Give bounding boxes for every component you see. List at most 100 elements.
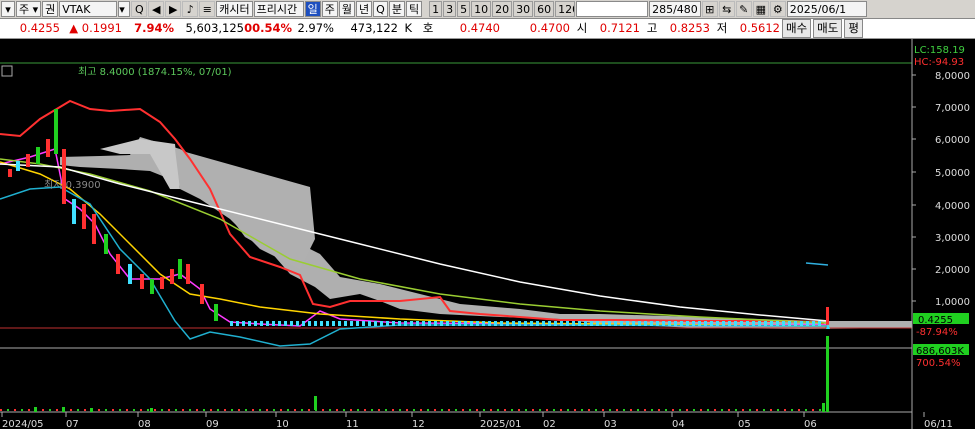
volume-bar — [616, 409, 618, 411]
candle — [416, 321, 419, 326]
candle — [692, 321, 695, 326]
open-price: 0.7121 — [599, 21, 640, 35]
search-icon[interactable]: Q — [131, 1, 148, 17]
volume-bar — [455, 409, 457, 411]
candle — [464, 321, 467, 326]
candle — [674, 321, 677, 326]
candle — [36, 147, 40, 164]
x-tick-label: 02 — [543, 419, 556, 429]
draw-tool-icon[interactable]: ✎ — [735, 1, 752, 17]
price-change: ▲ 0.1991 — [69, 21, 122, 35]
candle — [326, 321, 329, 326]
volume-bar — [784, 409, 786, 411]
y-tick-label: 3,0000 — [935, 233, 970, 244]
volume-bar — [420, 409, 422, 411]
tab-minute[interactable]: 분 — [388, 1, 405, 17]
chart-grid-icon[interactable]: ▦ — [752, 1, 769, 17]
average-button[interactable]: 평 — [844, 19, 863, 38]
list-icon[interactable]: ≡ — [199, 1, 216, 17]
volume-tag-value: 686,603K — [916, 346, 964, 357]
y-tick-label: 8,0000 — [935, 71, 970, 82]
volume-bar — [231, 409, 233, 411]
candle — [668, 321, 671, 326]
volume-bar — [483, 409, 485, 411]
price-tag-percent: -87.94% — [916, 327, 958, 338]
gear-icon[interactable]: ⚙ — [769, 1, 786, 17]
volume-bar — [84, 409, 86, 411]
tab-tick[interactable]: 틱 — [405, 1, 423, 17]
period-30[interactable]: 30 — [513, 1, 534, 17]
volume-bar — [308, 409, 310, 411]
stock-type-button[interactable]: 권 — [42, 1, 59, 17]
candle — [524, 321, 527, 326]
volume-bar — [434, 409, 436, 411]
buy-button[interactable]: 매수 — [782, 19, 812, 38]
candle — [380, 321, 383, 326]
tab-day[interactable]: 일 — [304, 1, 321, 17]
tab-free-time[interactable]: 프리시간 — [253, 1, 304, 17]
volume-bar — [581, 409, 583, 411]
x-tick-label: 08 — [138, 419, 151, 429]
candle-last — [826, 307, 829, 325]
candle — [698, 321, 701, 326]
ticker-dropdown-icon[interactable]: ▾ — [118, 1, 131, 17]
candle — [344, 321, 347, 326]
tab-cashiter[interactable]: 캐시터 — [216, 1, 253, 17]
grid-icon[interactable]: ⊞ — [701, 1, 718, 17]
sound-icon[interactable]: ♪ — [182, 1, 199, 17]
price-tag-value: 0.4255 — [918, 315, 953, 326]
period-120[interactable]: 120 — [555, 1, 576, 17]
candle — [494, 321, 497, 326]
tab-week[interactable]: 주 — [321, 1, 338, 17]
date-input[interactable]: 2025/06/1 — [786, 1, 867, 17]
back-arrow-icon[interactable]: ◀ — [148, 1, 165, 17]
x-tick-label: 12 — [412, 419, 425, 429]
price-chart[interactable]: 최고 8.4000 (1874.15%, 07/01) 최저 0.3900 8,… — [0, 39, 975, 429]
period-10[interactable]: 10 — [471, 1, 492, 17]
volume-bar — [49, 409, 51, 411]
x-tick-label: 10 — [276, 419, 289, 429]
compare-icon[interactable]: ⇆ — [718, 1, 735, 17]
candle — [716, 321, 719, 326]
candle — [566, 321, 569, 326]
period-5[interactable]: 5 — [457, 1, 471, 17]
volume-bar — [252, 409, 254, 411]
candle — [752, 321, 755, 326]
sell-button[interactable]: 매도 — [813, 19, 843, 38]
candle — [734, 321, 737, 326]
volume-bar — [693, 409, 695, 411]
volume-bar — [427, 409, 429, 411]
volume-bar — [217, 409, 219, 411]
candle — [512, 321, 515, 326]
forward-arrow-icon[interactable]: ▶ — [165, 1, 182, 17]
volume-bar — [196, 409, 198, 411]
period-1[interactable]: 1 — [429, 1, 443, 17]
volume-bar — [315, 409, 317, 411]
y-tick-label: 1,0000 — [935, 297, 970, 308]
y-tick-label: 6,0000 — [935, 135, 970, 146]
volume-bar — [238, 409, 240, 411]
menu-chevron-icon[interactable]: ▾ — [1, 1, 15, 17]
tab-year[interactable]: 년 — [356, 1, 373, 17]
candle — [422, 321, 425, 326]
open-label: 시 — [576, 21, 588, 35]
period-input[interactable] — [576, 1, 649, 17]
volume-bar — [224, 409, 226, 411]
mode-select[interactable]: 주 ▾ — [16, 1, 42, 17]
period-20[interactable]: 20 — [492, 1, 513, 17]
period-60[interactable]: 60 — [534, 1, 555, 17]
volume-bar — [378, 409, 380, 411]
period-3[interactable]: 3 — [443, 1, 457, 17]
candle — [428, 321, 431, 326]
volume-bar — [7, 409, 9, 411]
volume-bar — [728, 409, 730, 411]
candle — [386, 321, 389, 326]
volume-bar — [658, 409, 660, 411]
volume-bar — [490, 409, 492, 411]
candle — [770, 321, 773, 326]
ticker-input[interactable]: VTAK — [59, 1, 118, 17]
tab-quarter[interactable]: Q — [373, 1, 388, 17]
tab-month[interactable]: 월 — [338, 1, 356, 17]
candle — [248, 321, 251, 326]
candle — [656, 321, 659, 326]
